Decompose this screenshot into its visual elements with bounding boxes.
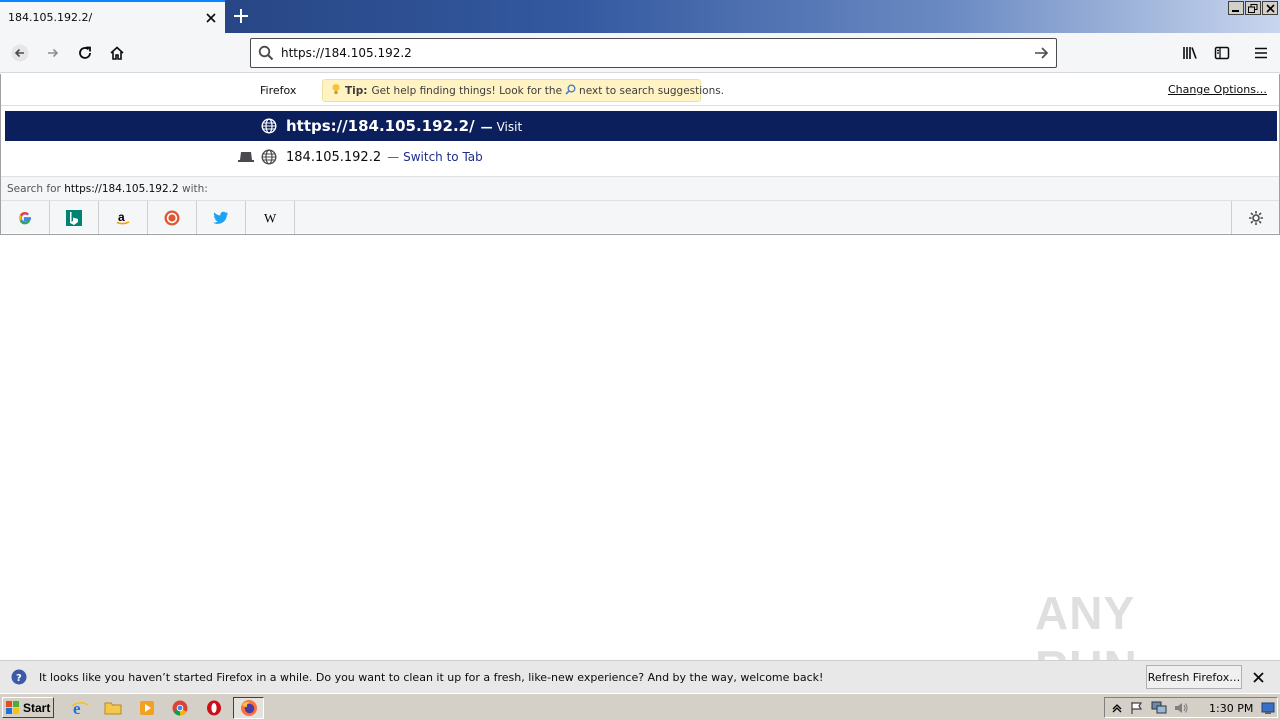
restore-icon[interactable] [1245,1,1261,15]
tip-text-before: Get help finding things! Look for the [371,84,563,97]
sidebar-icon[interactable] [1207,38,1237,68]
url-bar[interactable]: https://184.105.192.2 [250,38,1057,68]
network-icon[interactable] [1151,700,1167,716]
start-button[interactable]: Start [2,697,54,718]
reload-icon[interactable] [70,38,100,68]
start-label: Start [23,700,51,715]
close-window-icon[interactable] [1262,1,1278,15]
search-icon [251,39,281,67]
menu-icon[interactable] [1246,38,1276,68]
result-row-visit-text: https://184.105.192.2/ — Visit [286,117,522,135]
result-row-switch-text: 184.105.192.2 — Switch to Tab [286,150,483,165]
taskbar: Start e 1:30 PM [0,693,1280,720]
media-player-icon[interactable] [137,698,157,718]
question-icon: ? [10,668,28,686]
new-tab-icon[interactable] [229,4,253,28]
result-host: 184.105.192.2 [286,149,382,165]
url-input[interactable]: https://184.105.192.2 [281,46,1026,60]
windows-logo-icon [6,700,20,715]
result-url: https://184.105.192.2/ [286,117,475,135]
search-for-prefix: Search for [7,183,61,195]
tab-title: 184.105.192.2/ [8,11,93,24]
svg-text:W: W [264,210,277,225]
result-row-visit[interactable]: https://184.105.192.2/ — Visit [5,111,1277,141]
tab-switch-icon [237,148,255,166]
search-for-suffix: with: [182,183,208,195]
result-row-switch-tab[interactable]: 184.105.192.2 — Switch to Tab [5,142,1277,172]
tab-bar: 184.105.192.2/ [0,0,1280,33]
twitter-icon[interactable] [197,201,246,234]
show-desktop-icon[interactable] [1260,700,1276,716]
volume-icon[interactable] [1173,700,1189,716]
nav-bar: https://184.105.192.2 [0,33,1280,73]
firefox-icon [239,698,259,718]
notification-text: It looks like you haven’t started Firefo… [39,670,824,684]
refresh-firefox-button[interactable]: Refresh Firefox… [1146,665,1242,689]
svg-text:e: e [73,699,81,717]
globe-icon [260,148,278,166]
search-engines: a W [1,200,1279,234]
back-icon[interactable] [5,38,35,68]
action-center-flag-icon[interactable] [1129,700,1145,716]
search-tip: Tip: Get help finding things! Look for t… [322,79,724,102]
bing-icon[interactable] [50,201,99,234]
magnifier-icon [565,84,576,98]
wikipedia-icon[interactable]: W [246,201,295,234]
search-for-query: https://184.105.192.2 [64,183,179,195]
explorer-folder-icon[interactable] [103,698,123,718]
firefox-window: 184.105.192.2/ https://184.105.192.2 Fir… [0,0,1280,720]
result-separator: — [387,149,400,164]
notification-bar: ? It looks like you haven’t started Fire… [0,660,1280,693]
tip-label: Tip: [345,84,368,97]
change-options-link[interactable]: Change Options… [1168,83,1267,96]
firefox-label: Firefox [260,84,297,97]
lightbulb-icon [331,83,341,98]
search-for-label: Search for https://184.105.192.2 with: [1,176,1279,200]
search-settings-gear-icon[interactable] [1231,201,1279,234]
taskbar-clock: 1:30 PM [1209,702,1254,715]
result-action: Visit [496,120,523,134]
svg-text:?: ? [16,673,22,684]
tab-active[interactable]: 184.105.192.2/ [0,0,225,33]
svg-text:a: a [118,210,125,224]
show-hidden-icons-icon[interactable] [1109,700,1125,716]
google-icon[interactable] [1,201,50,234]
globe-icon [260,117,278,135]
library-icon[interactable] [1175,38,1205,68]
notification-close-icon[interactable] [1249,668,1267,686]
chrome-icon[interactable] [170,698,190,718]
dropdown-header: Firefox Tip: Get help finding things! Lo… [1,74,1279,106]
tab-close-icon[interactable] [203,10,219,26]
amazon-icon[interactable]: a [99,201,148,234]
home-icon[interactable] [102,38,132,68]
minimize-icon[interactable] [1228,1,1244,15]
result-separator: — [480,120,493,134]
system-tray: 1:30 PM [1104,697,1278,718]
forward-icon[interactable] [38,38,68,68]
tip-text-after: next to search suggestions. [579,84,725,97]
duckduckgo-icon[interactable] [148,201,197,234]
result-action: Switch to Tab [403,149,483,164]
internet-explorer-icon[interactable]: e [70,698,90,718]
go-arrow-icon[interactable] [1026,39,1056,67]
url-dropdown: Firefox Tip: Get help finding things! Lo… [0,74,1280,235]
opera-icon[interactable] [204,698,224,718]
